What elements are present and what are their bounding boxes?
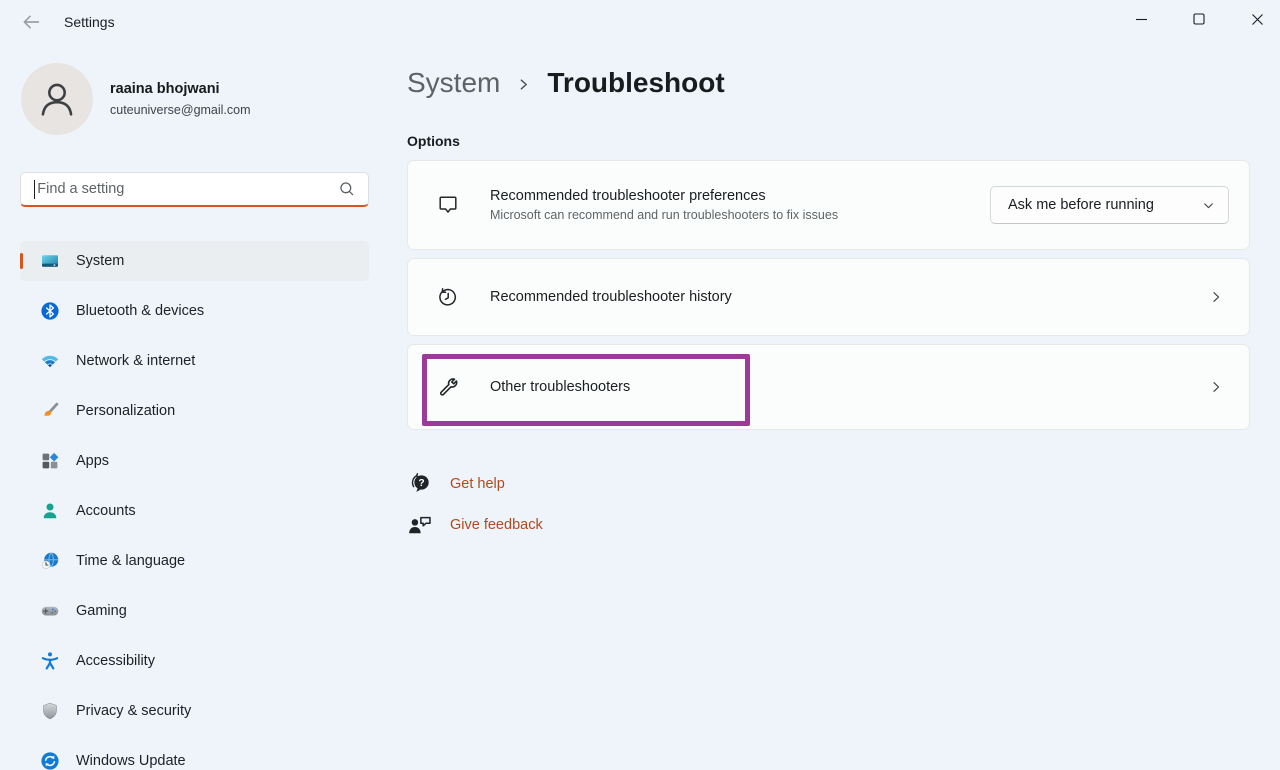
wifi-icon: [40, 351, 60, 371]
sidebar-item-label: Network & internet: [76, 353, 195, 369]
minimize-button[interactable]: [1118, 0, 1164, 38]
sidebar-item-gaming[interactable]: Gaming: [20, 591, 369, 631]
sidebar-item-time-language[interactable]: Time & language: [20, 541, 369, 581]
shield-icon: [40, 701, 60, 721]
profile-name: raaina bhojwani: [110, 81, 220, 97]
breadcrumb: System Troubleshoot: [407, 67, 725, 99]
maximize-button[interactable]: [1176, 0, 1222, 38]
system-icon: [40, 251, 60, 271]
sidebar-item-personalization[interactable]: Personalization: [20, 391, 369, 431]
sidebar-item-system[interactable]: System: [20, 241, 369, 281]
search-box[interactable]: [20, 172, 369, 207]
sidebar-item-windows-update[interactable]: Windows Update: [20, 741, 369, 770]
dropdown-value: Ask me before running: [1008, 197, 1154, 213]
search-input[interactable]: [35, 181, 338, 197]
give-feedback-icon: [407, 512, 433, 538]
card-recommended-troubleshooter-preferences: Recommended troubleshooter preferences M…: [407, 160, 1250, 250]
history-icon: [436, 285, 460, 309]
sidebar-nav: System Bluetooth & devices Network & int…: [20, 241, 369, 770]
sidebar-item-label: Windows Update: [76, 753, 186, 769]
titlebar: Settings: [0, 0, 1280, 45]
globe-clock-icon: [40, 551, 60, 571]
card-recommended-troubleshooter-history[interactable]: Recommended troubleshooter history: [407, 258, 1250, 336]
windows-update-icon: [40, 751, 60, 770]
card-title: Recommended troubleshooter preferences: [490, 188, 838, 204]
troubleshooter-preference-dropdown[interactable]: Ask me before running: [990, 186, 1229, 224]
options-heading: Options: [407, 133, 460, 149]
search-icon: [338, 180, 356, 198]
profile-email: cuteuniverse@gmail.com: [110, 103, 251, 117]
back-button[interactable]: [16, 8, 46, 36]
sidebar-item-label: Gaming: [76, 603, 127, 619]
back-arrow-icon: [20, 11, 42, 33]
help-links: ? Get help Give feedback: [407, 467, 543, 549]
brush-icon: [40, 401, 60, 421]
get-help-label: Get help: [450, 476, 505, 492]
minimize-icon: [1134, 12, 1149, 27]
give-feedback-label: Give feedback: [450, 517, 543, 533]
window-title: Settings: [64, 14, 115, 30]
sidebar-item-label: Apps: [76, 453, 109, 469]
person-icon: [34, 76, 80, 122]
sidebar-item-apps[interactable]: Apps: [20, 441, 369, 481]
sidebar: raaina bhojwani cuteuniverse@gmail.com S…: [0, 45, 390, 770]
chevron-right-icon: [1208, 379, 1224, 395]
sidebar-item-network-internet[interactable]: Network & internet: [20, 341, 369, 381]
avatar[interactable]: [21, 63, 93, 135]
accessibility-icon: [40, 651, 60, 671]
maximize-icon: [1192, 12, 1206, 26]
chevron-down-icon: [1202, 199, 1215, 212]
sidebar-item-label: Privacy & security: [76, 703, 191, 719]
bluetooth-icon: [40, 301, 60, 321]
message-bubble-icon: [436, 193, 460, 217]
get-help-icon: ?: [407, 471, 433, 497]
wrench-icon: [436, 375, 460, 399]
svg-text:?: ?: [418, 478, 424, 489]
card-title: Recommended troubleshooter history: [490, 289, 732, 305]
apps-icon: [40, 451, 60, 471]
sidebar-item-accounts[interactable]: Accounts: [20, 491, 369, 531]
sidebar-item-label: System: [76, 253, 124, 269]
close-icon: [1250, 12, 1265, 27]
sidebar-item-bluetooth-devices[interactable]: Bluetooth & devices: [20, 291, 369, 331]
sidebar-item-accessibility[interactable]: Accessibility: [20, 641, 369, 681]
sidebar-item-label: Bluetooth & devices: [76, 303, 204, 319]
chevron-right-icon: [1208, 289, 1224, 305]
get-help-link[interactable]: ? Get help: [407, 467, 543, 501]
accounts-icon: [40, 501, 60, 521]
sidebar-item-label: Personalization: [76, 403, 175, 419]
settings-cards: Recommended troubleshooter preferences M…: [407, 160, 1250, 438]
sidebar-item-label: Accessibility: [76, 653, 155, 669]
breadcrumb-parent[interactable]: System: [407, 67, 500, 99]
sidebar-item-label: Time & language: [76, 553, 185, 569]
card-title: Other troubleshooters: [490, 379, 630, 395]
sidebar-item-label: Accounts: [76, 503, 136, 519]
page-title: Troubleshoot: [547, 67, 724, 99]
main-content: System Troubleshoot Options Recommended …: [407, 45, 1250, 770]
gamepad-icon: [40, 601, 60, 621]
breadcrumb-chevron-icon: [517, 78, 530, 91]
card-other-troubleshooters[interactable]: Other troubleshooters: [407, 344, 1250, 430]
sidebar-item-privacy-security[interactable]: Privacy & security: [20, 691, 369, 731]
card-subtitle: Microsoft can recommend and run troubles…: [490, 208, 838, 222]
give-feedback-link[interactable]: Give feedback: [407, 508, 543, 542]
close-button[interactable]: [1234, 0, 1280, 38]
